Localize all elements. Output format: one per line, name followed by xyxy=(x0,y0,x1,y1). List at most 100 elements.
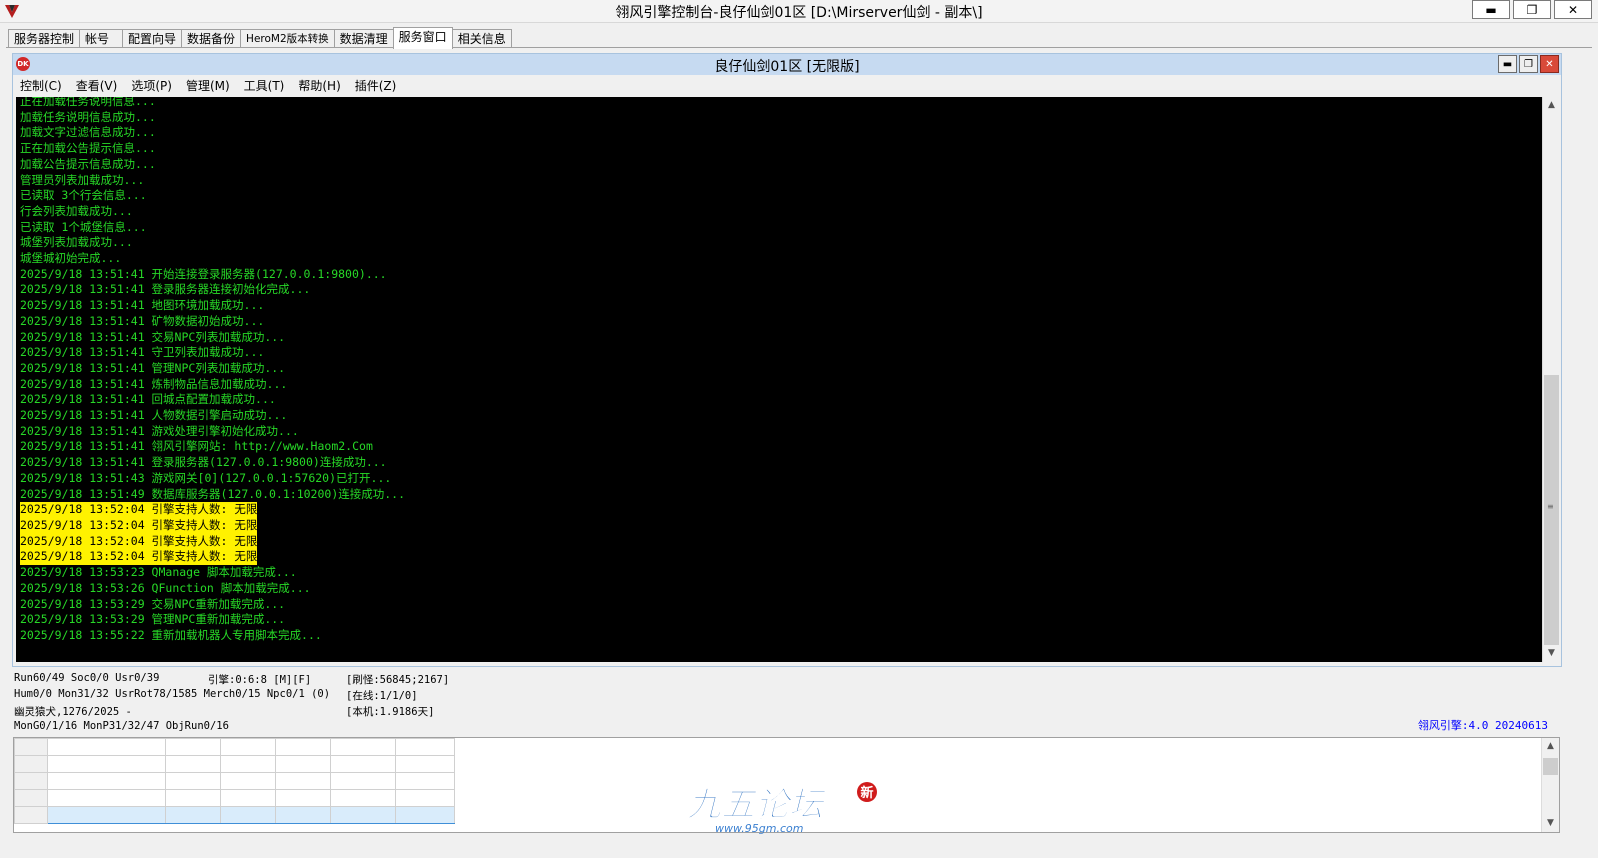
log-line: 2025/9/18 13:51:41 登录服务器(127.0.0.1:9800)… xyxy=(20,455,405,471)
forum-watermark-logo: 九五论坛 新 www.95gm.com xyxy=(686,782,877,835)
log-line: 正在加载公告提示信息... xyxy=(20,141,405,157)
tab-config-wizard[interactable]: 配置向导 xyxy=(122,29,183,48)
data-grid[interactable] xyxy=(14,738,455,824)
service-window-titlebar: DK 良仔仙剑01区 [无限版] ▬ ❐ ✕ xyxy=(13,54,1561,75)
service-window: DK 良仔仙剑01区 [无限版] ▬ ❐ ✕ 控制(C) 查看(V) 选项(P)… xyxy=(12,53,1562,667)
log-line-text: 2025/9/18 13:55:22 重新加载机器人专用脚本完成... xyxy=(20,627,322,642)
menu-manage[interactable]: 管理(M) xyxy=(179,76,237,96)
log-line-text: 2025/9/18 13:51:41 人物数据引擎启动成功... xyxy=(20,408,288,423)
inner-minimize-button[interactable]: ▬ xyxy=(1498,55,1517,73)
log-line: 2025/9/18 13:51:41 矿物数据初始成功... xyxy=(20,314,405,330)
log-line: 2025/9/18 13:51:41 翎风引擎网站: http://www.Ha… xyxy=(20,439,405,455)
status-run: Run60/49 Soc0/0 Usr0/39 xyxy=(14,672,160,684)
log-console[interactable]: 正在加载任务说明信息... 加载任务说明信息成功... 加载文字过滤信息成功... 正… xyxy=(16,97,1542,662)
log-line-text: 2025/9/18 13:51:41 登录服务器(127.0.0.1:9800)… xyxy=(20,455,387,470)
grid-row[interactable] xyxy=(14,755,455,773)
watermark-url: www.95gm.com xyxy=(715,822,803,835)
grid-scroll-thumb[interactable] xyxy=(1543,758,1558,775)
log-line-text-highlighted: 2025/9/18 13:52:04 引擎支持人数: 无限 xyxy=(20,502,258,518)
log-line: 行会列表加载成功... xyxy=(20,204,405,220)
status-uptime: [本机:1.9186天] xyxy=(346,706,435,718)
log-line: 已读取 3个行会信息... xyxy=(20,188,405,204)
menu-bar: 控制(C) 查看(V) 选项(P) 管理(M) 工具(T) 帮助(H) 插件(Z… xyxy=(13,76,403,96)
log-line: 2025/9/18 13:52:04 引擎支持人数: 无限 xyxy=(20,549,405,566)
grid-row[interactable] xyxy=(14,789,455,807)
log-line: 加载任务说明信息成功... xyxy=(20,110,405,126)
inner-close-button[interactable]: ✕ xyxy=(1540,55,1559,73)
log-line-text: 2025/9/18 13:51:41 管理NPC列表加载成功... xyxy=(20,360,286,375)
log-line-text: 正在加载任务说明信息... xyxy=(20,97,156,108)
status-line-4: MonG0/1/16 MonP31/32/47 ObjRun0/16 xyxy=(14,720,229,732)
log-line: 2025/9/18 13:51:43 游戏网关[0](127.0.0.1:576… xyxy=(20,471,405,487)
log-line-text-highlighted: 2025/9/18 13:52:04 引擎支持人数: 无限 xyxy=(20,533,258,550)
status-engine: 引擎:0:6:8 [M][F] xyxy=(208,674,312,686)
inner-restore-button[interactable]: ❐ xyxy=(1519,55,1538,73)
status-line-2: Hum0/0 Mon31/32 UsrRot78/1585 Merch0/15 … xyxy=(14,688,331,700)
close-icon: ✕ xyxy=(1545,58,1554,70)
menu-plugins[interactable]: 插件(Z) xyxy=(348,76,404,96)
log-line: 2025/9/18 13:52:04 引擎支持人数: 无限 xyxy=(20,533,405,550)
scroll-up-icon[interactable]: ▲ xyxy=(1543,97,1560,114)
log-line: 已读取 1个城堡信息... xyxy=(20,220,405,236)
log-line: 2025/9/18 13:55:22 重新加载机器人专用脚本完成... xyxy=(20,628,405,644)
log-line-text: 加载公告提示信息成功... xyxy=(20,156,156,171)
menu-control[interactable]: 控制(C) xyxy=(13,76,69,96)
log-line-text: 2025/9/18 13:51:41 游戏处理引擎初始化成功... xyxy=(20,423,299,438)
close-button[interactable]: ✕ xyxy=(1554,0,1592,19)
log-line: 2025/9/18 13:53:26 QFunction 脚本加载完成... xyxy=(20,581,405,597)
tab-account[interactable]: 帐号 xyxy=(79,29,124,48)
watermark-title: 九五论坛 xyxy=(686,785,827,825)
log-line: 2025/9/18 13:52:04 引擎支持人数: 无限 xyxy=(20,517,405,534)
log-line-text: 2025/9/18 13:53:29 交易NPC重新加载完成... xyxy=(20,596,286,611)
log-line-text: 正在加载公告提示信息... xyxy=(20,141,156,156)
menu-view[interactable]: 查看(V) xyxy=(69,76,125,96)
log-line: 正在加载任务说明信息... xyxy=(20,97,405,110)
scroll-down-icon[interactable]: ▼ xyxy=(1542,815,1559,832)
menu-help[interactable]: 帮助(H) xyxy=(291,76,347,96)
log-line: 城堡城初始完成... xyxy=(20,251,405,267)
tab-service-window[interactable]: 服务窗口 xyxy=(392,27,453,49)
grid-row[interactable] xyxy=(14,772,455,790)
log-line-text: 2025/9/18 13:51:41 地图环境加载成功... xyxy=(20,298,265,313)
tab-data-backup[interactable]: 数据备份 xyxy=(181,29,242,48)
log-line-text: 城堡城初始完成... xyxy=(20,251,122,266)
status-monster-refresh: [刷怪:56845;2167] xyxy=(346,674,450,686)
service-window-title: 良仔仙剑01区 [无限版] xyxy=(714,59,860,75)
tab-divider xyxy=(6,47,1592,48)
log-line-text: 加载文字过滤信息成功... xyxy=(20,125,156,140)
log-line-text: 2025/9/18 13:53:29 管理NPC重新加载完成... xyxy=(20,612,286,627)
menu-options[interactable]: 选项(P) xyxy=(124,76,179,96)
log-line: 2025/9/18 13:51:41 交易NPC列表加载成功... xyxy=(20,330,405,346)
restore-icon: ❐ xyxy=(1526,2,1538,17)
menu-tools[interactable]: 工具(T) xyxy=(237,76,292,96)
log-line: 2025/9/18 13:51:41 人物数据引擎启动成功... xyxy=(20,408,405,424)
log-line-text: 2025/9/18 13:51:41 守卫列表加载成功... xyxy=(20,345,265,360)
scroll-thumb[interactable]: ≡ xyxy=(1544,375,1559,645)
log-line: 2025/9/18 13:51:41 开始连接登录服务器(127.0.0.1:9… xyxy=(20,267,405,283)
title-bar: 翎风引擎控制台-良仔仙剑01区 [D:\Mirserver仙剑 - 副本\] ▬… xyxy=(0,0,1598,23)
log-scrollbar[interactable]: ▲ ≡ ▼ xyxy=(1542,97,1560,662)
grid-row-selected[interactable] xyxy=(14,806,455,824)
scroll-down-icon[interactable]: ▼ xyxy=(1543,645,1560,662)
log-line-text: 2025/9/18 13:51:41 开始连接登录服务器(127.0.0.1:9… xyxy=(20,266,387,281)
status-online: [在线:1/1/0] xyxy=(346,690,418,702)
log-line: 2025/9/18 13:53:29 交易NPC重新加载完成... xyxy=(20,597,405,613)
log-line: 城堡列表加载成功... xyxy=(20,235,405,251)
tab-data-cleanup[interactable]: 数据清理 xyxy=(333,29,394,48)
tab-herom2-convert[interactable]: HeroM2版本转换 xyxy=(240,29,335,48)
grid-header-row xyxy=(14,738,455,756)
log-line: 2025/9/18 13:51:41 管理NPC列表加载成功... xyxy=(20,361,405,377)
scroll-up-icon[interactable]: ▲ xyxy=(1542,738,1559,755)
tab-server-control[interactable]: 服务器控制 xyxy=(8,29,81,48)
log-line: 2025/9/18 13:51:41 登录服务器连接初始化完成... xyxy=(20,282,405,298)
log-line-text-highlighted: 2025/9/18 13:52:04 引擎支持人数: 无限 xyxy=(20,549,258,566)
grid-scrollbar[interactable]: ▲ ▼ xyxy=(1541,738,1559,832)
log-line: 2025/9/18 13:51:41 炼制物品信息加载成功... xyxy=(20,377,405,393)
tab-related-info[interactable]: 相关信息 xyxy=(451,29,512,48)
log-line: 2025/9/18 13:53:23 QManage 脚本加载完成... xyxy=(20,565,405,581)
close-icon: ✕ xyxy=(1567,2,1579,17)
minimize-icon: ▬ xyxy=(1485,2,1497,17)
minimize-button[interactable]: ▬ xyxy=(1472,0,1510,19)
restore-button[interactable]: ❐ xyxy=(1513,0,1551,19)
log-line: 2025/9/18 13:53:29 管理NPC重新加载完成... xyxy=(20,612,405,628)
